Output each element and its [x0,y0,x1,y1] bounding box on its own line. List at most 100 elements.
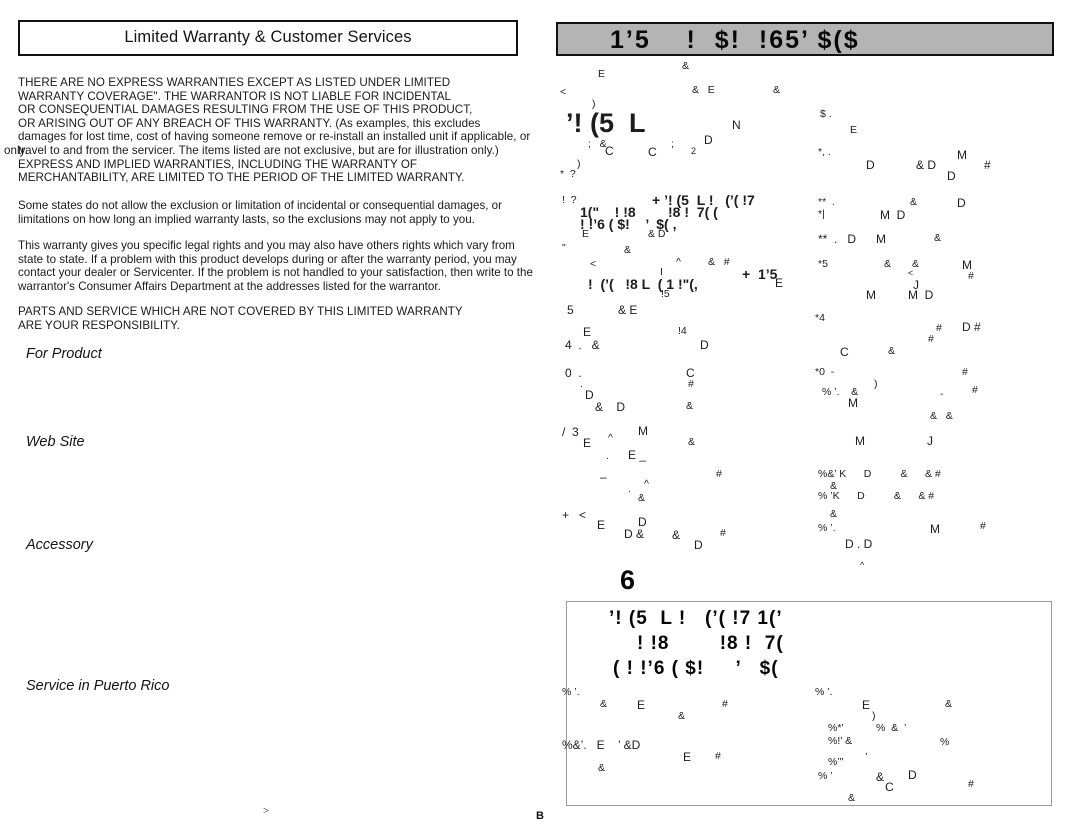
garbled-run-44: < [590,258,597,270]
service-panel-garbled-run-24: & [848,792,856,804]
panel-prefix-glyph: 6 [620,565,637,595]
service-panel-garbled-run-2: & [600,698,608,710]
garbled-run-94: – [600,470,607,484]
disclaimer-line-5: damages for lost time, cost of having so… [18,130,531,144]
parts-and-service-line-2: ARE YOUR RESPONSIBILITY. [18,318,180,332]
garbled-run-2: < [560,86,567,98]
garbled-run-89: ^ [608,432,613,444]
garbled-run-22: D [947,169,956,183]
service-panel-garbled-run-4: # [722,698,728,710]
state-exclusions-line-2: limitations on how long an implied warra… [18,212,475,226]
garbled-run-99: % ’K D & & # [818,490,935,502]
garbled-run-32: M D [880,208,906,222]
disclaimer-line-7: EXPRESS AND IMPLIED WARRANTIES, INCLUDIN… [18,157,418,171]
legal-rights-line-1: This warranty gives you specific legal r… [18,239,515,252]
disclaimer-line-3: OR CONSEQUENTIAL DAMAGES RESULTING FROM … [18,103,473,117]
garbled-run-20: # [984,158,991,172]
garbled-run-40: *5 [818,258,828,270]
garbled-run-88: E [583,436,592,450]
garbled-run-41: & [884,258,892,270]
garbled-run-9: E [850,124,858,136]
garbled-run-79: # [972,384,978,396]
garbled-run-14: C [648,145,657,159]
service-panel-heading-line-3: ( ! !’6 ( $! ’ $( [613,658,779,679]
garbled-run-18: D [866,158,875,172]
disclaimer-line-4: OR ARISING OUT OF ANY BREACH OF THIS WAR… [18,116,481,130]
right-column-header-text: 1’5 ! $! !65’ $($ [610,26,860,54]
garbled-run-68: & [888,345,896,357]
garbled-run-1: E [598,68,606,80]
garbled-run-74: # [688,378,694,390]
garbled-run-55: M D [908,288,934,302]
garbled-run-13: C [605,144,614,158]
garbled-run-8: N [732,118,741,132]
garbled-run-82: & [686,400,694,412]
garbled-run-97: . [628,483,631,495]
garbled-run-59: *4 [815,312,825,324]
garbled-run-75: D [585,388,594,402]
service-panel-garbled-run-16: # [715,750,721,762]
garbled-run-56: !5 [661,288,670,300]
service-panel-garbled-run-3: E [637,698,646,712]
garbled-run-101: + < [562,508,587,522]
garbled-run-60: E [583,325,592,339]
legal-rights-line-3: contact your dealer or Servicenter. If t… [18,266,533,280]
garbled-run-81: & D [595,400,626,414]
section-label-for-product: For Product [26,346,102,362]
legal-rights-line-4: warrantor's Consumer Affairs Department … [18,279,441,293]
service-panel-garbled-run-7: & [678,710,686,722]
garbled-run-72: # [962,366,968,378]
garbled-run-93: %&’ K D & & # [818,468,941,480]
garbled-run-37: & [934,232,942,244]
garbled-run-112: D [694,538,703,552]
garbled-run-57: 5 [567,303,574,317]
service-panel-heading-line-1: ’! (5 L ! (’( !7 1(’ [609,608,783,629]
garbled-run-78: - [940,388,944,400]
garbled-run-98: ^ [644,478,649,490]
garbled-run-91: . [606,450,609,462]
page-title: Limited Warranty & Customer Services [18,20,518,56]
section-label-accessory: Accessory [26,537,93,553]
manual-page: Limited Warranty & Customer Services THE… [0,0,1080,833]
section-label-web-site: Web Site [26,434,85,450]
service-panel-garbled-run-11: %&’. E ’ &D [562,738,641,752]
garbled-run-16: *, . [818,146,831,158]
garbled-run-0: & [682,60,690,72]
garbled-run-4: & [773,84,781,96]
service-panel-garbled-run-19: % ’ [818,770,833,782]
service-panel-garbled-run-1: % ’. [815,686,833,698]
garbled-run-28: D [957,196,966,210]
garbled-run-58: & E [618,303,638,317]
service-panel-garbled-run-8: ) [872,710,876,722]
garbled-run-45: ^ [676,256,681,268]
garbled-run-19: & D [916,158,937,172]
service-panel-garbled-run-18: & [598,762,606,774]
legal-rights-line-2: state to state. If a problem with this p… [18,252,517,266]
garbled-run-92: E _ [628,448,647,462]
service-panel-garbled-run-10: % & ’ [876,722,907,734]
garbled-run-51: ! (’( !8 L ( 1 !"(, [588,276,698,292]
garbled-run-103: % ’. [818,522,836,534]
garbled-run-36: ** . D M [818,232,887,246]
garbled-run-90: & [688,436,696,448]
garbled-run-17: M [957,148,967,162]
warranty-disclaimer-paragraph: THERE ARE NO EXPRESS WARRANTIES EXCEPT A… [4,76,538,185]
overlap-artifact: only. [4,143,28,157]
service-panel-garbled-run-9: %*’ [828,722,844,734]
garbled-run-21: ) [577,158,581,170]
garbled-run-48: < [908,268,914,278]
garbled-run-105: # [980,520,986,532]
garbled-run-26: ** . [818,196,835,208]
garbled-run-62: # [936,322,942,334]
footer-page-mark: B [536,810,544,822]
garbled-run-31: *| [818,208,825,220]
garbled-run-52: E [775,276,784,290]
garbled-run-35: & D [648,228,666,240]
left-column: Limited Warranty & Customer Services [18,20,518,56]
garbled-run-65: 4 . & [565,338,600,352]
service-panel-garbled-run-12: %!’ & [828,735,853,747]
disclaimer-line-8: MERCHANTABILITY, ARE LIMITED TO THE PERI… [18,171,465,185]
parts-and-service-paragraph: PARTS AND SERVICE WHICH ARE NOT COVERED … [18,305,538,332]
garbled-run-24: ! ? [562,194,577,206]
garbled-run-110: # [720,527,726,539]
